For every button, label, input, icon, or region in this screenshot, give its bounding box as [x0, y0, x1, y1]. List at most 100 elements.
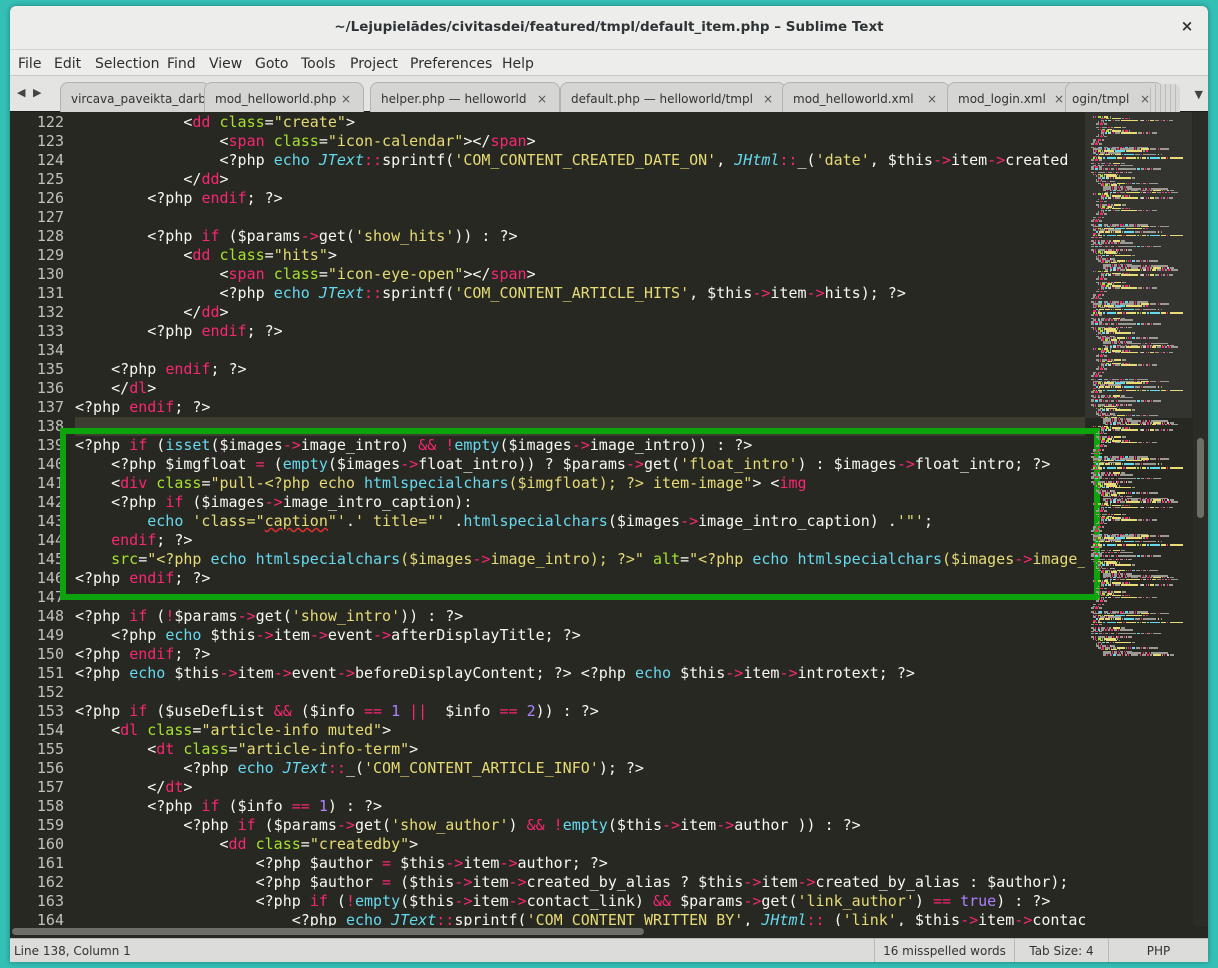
code-line[interactable]: <span class="icon-eye-open"></span> [75, 265, 535, 284]
code-line[interactable]: </dt> [75, 778, 192, 797]
minimap-stroke [1095, 200, 1099, 203]
tab-vircava[interactable]: vircava_paveikta_darba [60, 82, 210, 112]
code-line[interactable]: <?php if ($params->get('show_author') &&… [75, 816, 860, 835]
code-token: class [219, 246, 265, 264]
code-editor[interactable]: 122 123 124 125 126 127 128 129 130 131 132 133 134 1… [10, 112, 1208, 926]
tab-mod-helloworld-php[interactable]: mod_helloworld.php × [204, 82, 364, 112]
menu-preferences[interactable]: Preferences [410, 56, 492, 72]
code-line[interactable]: <?php endif; ?> [75, 189, 282, 208]
code-line[interactable]: <?php if (!empty($this->item->contact_li… [75, 892, 1051, 911]
tab-close-icon[interactable]: × [1054, 92, 1064, 106]
minimap[interactable] [1085, 112, 1192, 926]
minimap-stroke [1131, 486, 1135, 489]
minimap-stroke [1140, 647, 1142, 649]
code-line[interactable]: </dd> [75, 303, 228, 322]
code-line[interactable]: <?php endif; ?> [75, 569, 210, 588]
code-line[interactable]: <dd class="create"> [75, 113, 355, 132]
code-token: :: [436, 911, 455, 926]
horizontal-scrollbar[interactable] [10, 926, 1208, 938]
tab-close-icon[interactable]: × [1140, 92, 1150, 106]
tab-nav-back-icon[interactable]: ◀ [17, 86, 25, 99]
tab-close-icon[interactable]: × [927, 92, 937, 106]
spelling-status[interactable]: 16 misspelled words [874, 939, 1014, 962]
code-token: ></ [463, 132, 491, 150]
menu-find[interactable]: Find [167, 56, 196, 72]
code-line[interactable]: echo 'class="caption"'.' title="' .htmls… [75, 512, 933, 531]
minimap-stroke [1110, 641, 1112, 644]
minimap-stroke [1118, 319, 1120, 321]
code-line[interactable] [75, 417, 1085, 436]
minimap-stroke [1149, 441, 1151, 444]
tab-close-icon[interactable]: × [341, 92, 351, 106]
code-line[interactable]: <?php echo $this->item->event->afterDisp… [75, 626, 581, 645]
menu-selection[interactable]: Selection [95, 56, 160, 72]
menu-tools[interactable]: Tools [301, 56, 336, 72]
menu-project[interactable]: Project [350, 56, 398, 72]
code-line[interactable]: <span class="icon-calendar"></span> [75, 132, 535, 151]
code-line[interactable]: <?php echo JText::sprintf('COM_CONTENT_A… [75, 284, 905, 303]
minimap-stroke [1169, 584, 1174, 586]
vertical-scroll-thumb[interactable] [1197, 438, 1204, 518]
tab-mod-helloworld-xml[interactable]: mod_helloworld.xml × [782, 82, 950, 112]
minimap-stroke [1112, 564, 1114, 566]
code-line[interactable]: </dl> [75, 379, 156, 398]
code-line[interactable]: <div class="pull-<?php echo htmlspecialc… [75, 474, 807, 493]
tab-mod-login-xml[interactable]: mod_login.xml × [947, 82, 1077, 112]
code-line[interactable]: <?php if ($useDefList && ($info == 1 || … [75, 702, 599, 721]
menu-goto[interactable]: Goto [255, 56, 288, 72]
tab-close-icon[interactable]: × [537, 92, 547, 106]
code-area[interactable]: <dd class="create"> <span class="icon-ca… [75, 112, 1085, 926]
code-line[interactable]: </dd> [75, 170, 228, 189]
code-line[interactable]: <?php if ($images->image_intro_caption): [75, 493, 472, 512]
code-line[interactable]: <dl class="article-info muted"> [75, 721, 391, 740]
code-line[interactable]: <?php if ($params->get('show_hits')) : ?… [75, 227, 517, 246]
code-line[interactable]: src="<?php echo htmlspecialchars($images… [75, 550, 1085, 569]
tab-close-icon[interactable]: × [763, 92, 773, 106]
minimap-stroke [1095, 407, 1097, 410]
tab-login-tmpl[interactable]: ogin/tmpl × [1065, 82, 1163, 112]
code-token: <?php [75, 398, 130, 416]
vertical-scrollbar[interactable] [1193, 112, 1208, 926]
code-token: <?php [75, 493, 166, 511]
minimap-stroke [1157, 540, 1160, 543]
minimap-stroke [1136, 260, 1140, 262]
tab-list-dropdown-icon[interactable]: ▼ [1195, 88, 1203, 101]
code-line[interactable]: <?php endif; ?> [75, 645, 210, 664]
syntax-status[interactable]: PHP [1108, 939, 1208, 962]
minimap-stroke [1099, 607, 1102, 609]
code-line[interactable]: <?php echo JText::_('COM_CONTENT_ARTICLE… [75, 759, 644, 778]
code-line[interactable]: <dt class="article-info-term"> [75, 740, 418, 759]
code-line[interactable]: <?php $author = $this->item->author; ?> [75, 854, 608, 873]
tab-nav-forward-icon[interactable]: ▶ [33, 86, 41, 99]
menu-help[interactable]: Help [502, 56, 534, 72]
close-icon[interactable]: × [1178, 17, 1196, 35]
tab-helper-php[interactable]: helper.php — helloworld × [370, 82, 560, 112]
menu-view[interactable]: View [209, 56, 242, 72]
minimap-stroke [1149, 260, 1158, 262]
code-line[interactable]: <?php endif; ?> [75, 322, 282, 341]
code-token: ($images [942, 550, 1015, 568]
code-line[interactable]: <dd class="createdby"> [75, 835, 418, 854]
code-line[interactable]: <?php if (isset($images->image_intro) &&… [75, 436, 752, 455]
code-token: dl [129, 379, 148, 397]
minimap-stroke [1105, 164, 1107, 167]
code-line[interactable]: <?php if (!$params->get('show_intro')) :… [75, 607, 463, 626]
code-line[interactable]: <?php endif; ?> [75, 360, 246, 379]
minimap-stroke [1169, 197, 1174, 199]
code-line[interactable]: <?php echo JText::sprintf('COM_CONTENT_C… [75, 151, 1068, 170]
code-line[interactable]: <?php echo $this->item->event->beforeDis… [75, 664, 915, 683]
minimap-stroke [1145, 323, 1147, 325]
horizontal-scroll-thumb[interactable] [12, 928, 644, 935]
code-line[interactable]: <?php endif; ?> [75, 398, 210, 417]
menu-edit[interactable]: Edit [54, 56, 81, 72]
code-line[interactable]: <?php $author = ($this->item->created_by… [75, 873, 1069, 892]
tab-default-php[interactable]: default.php — helloworld/tmpl × [560, 82, 786, 112]
code-line[interactable]: <?php if ($info == 1) : ?> [75, 797, 382, 816]
code-line[interactable]: <dd class="hits"> [75, 246, 337, 265]
code-line[interactable]: endif; ?> [75, 531, 192, 550]
code-line[interactable]: <?php echo JText::sprintf('COM_CONTENT_W… [75, 911, 1085, 926]
tab-size-status[interactable]: Tab Size: 4 [1014, 939, 1108, 962]
code-line[interactable]: <?php $imgfloat = (empty($images->float_… [75, 455, 1050, 474]
code-token: img [779, 474, 807, 492]
menu-file[interactable]: File [18, 56, 41, 72]
